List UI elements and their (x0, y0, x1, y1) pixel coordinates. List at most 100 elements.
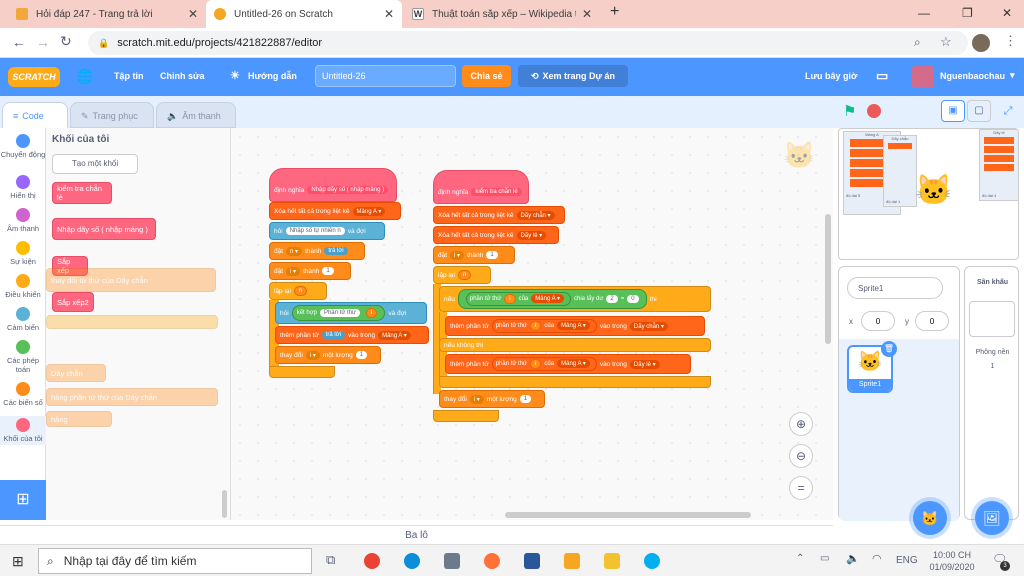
tab-costumes[interactable]: ✎ Trang phục (70, 102, 154, 128)
add-to-list-block[interactable]: thêm phần tử trả lời vào trong Mảng A ▾ (275, 326, 429, 344)
set-i-block[interactable]: đặt i ▾ thành 1 (433, 246, 515, 264)
define-block[interactable]: định nghĩa Nhập dãy số ( nhập mảng ) (269, 168, 397, 202)
menu-tutorials[interactable]: Hướng dẫn (248, 71, 297, 81)
chrome-icon[interactable] (364, 553, 380, 569)
firefox-icon[interactable] (484, 553, 500, 569)
url-field[interactable]: 🔒 scratch.mit.edu/projects/421822887/edi… (88, 31, 968, 55)
browser-tab-3[interactable]: W Thuật toán sắp xếp – Wikipedia t ✕ (404, 0, 600, 28)
category-variables[interactable]: Các biến số (0, 382, 46, 407)
user-avatar[interactable] (912, 66, 934, 88)
task-view-icon[interactable]: ⧉ (326, 552, 335, 568)
close-tab-icon[interactable]: ✕ (188, 7, 198, 21)
add-to-list-block[interactable]: thêm phần tử phần tử thứ i của Mảng A ▾ vào t… (445, 316, 705, 336)
sprite-name-input[interactable] (847, 277, 943, 299)
palette-scrollbar[interactable] (222, 490, 227, 518)
backpack-bar[interactable]: Ba lô (0, 525, 833, 544)
repeat-block[interactable]: lặp lại n (433, 266, 491, 284)
calculator-icon[interactable] (444, 553, 460, 569)
clock[interactable]: 10:00 CH 01/09/2020 (922, 549, 982, 573)
maximize-icon[interactable]: ❐ (962, 6, 973, 20)
change-i-block[interactable]: thay đổi i ▾ một lượng 1 (275, 346, 381, 364)
menu-edit[interactable]: Chỉnh sửa (160, 71, 205, 81)
save-now-link[interactable]: Lưu bây giờ (805, 71, 857, 81)
menu-file[interactable]: Tập tin (114, 71, 144, 81)
minimize-icon[interactable]: — (918, 6, 930, 20)
large-stage-icon[interactable]: ▢ (967, 100, 991, 122)
x-input[interactable] (861, 311, 895, 331)
close-tab-icon[interactable]: ✕ (582, 7, 592, 21)
delete-all-block[interactable]: Xóa hết tất cả trong liệt kê Mảng A ▾ (269, 202, 401, 220)
see-project-page-button[interactable]: ⟲ Xem trang Dự án (518, 65, 628, 87)
zoom-out-icon[interactable]: ⊖ (789, 444, 813, 468)
language-indicator[interactable]: ENG (896, 555, 918, 566)
reload-icon[interactable]: ↻ (60, 33, 72, 50)
palette-block-sort2[interactable]: Sắp xếp2 (52, 292, 94, 312)
taskbar-search-field[interactable]: ⌕ Nhập tại đây để tìm kiếm (38, 548, 312, 574)
delete-all-block[interactable]: Xóa hết tất cả trong liệt kê Dãy lẻ ▾ (433, 226, 559, 244)
close-tab-icon[interactable]: ✕ (384, 7, 394, 21)
repeat-block[interactable]: lặp lại n (269, 282, 327, 300)
cat-sprite-icon[interactable]: 🐱 (915, 173, 952, 208)
delete-all-block[interactable]: Xóa hết tất cả trong liệt kê Dãy chẵn ▾ (433, 206, 565, 224)
back-icon[interactable]: ← (12, 34, 26, 50)
forward-icon[interactable]: → (36, 34, 50, 50)
make-block-button[interactable]: Tạo một khối (52, 154, 138, 174)
stage-canvas[interactable]: Mảng A độ dài 5 Dãy chẵn độ dài 1 Dãy lẻ… (838, 128, 1019, 260)
volume-icon[interactable]: 🔈 (846, 552, 860, 565)
ask-block[interactable]: hỏi Nhập số tự nhiên n và đợi (269, 222, 385, 240)
category-operators[interactable]: Các phép toán (0, 340, 46, 374)
backdrop-thumbnail[interactable] (969, 301, 1015, 337)
scratch-logo[interactable]: SCRATCH (8, 67, 60, 87)
stop-icon[interactable] (867, 104, 881, 118)
browser-tab-2[interactable]: Untitled-26 on Scratch ✕ (206, 0, 402, 28)
scratch-app-icon[interactable] (564, 553, 580, 569)
bookmark-star-icon[interactable]: ☆ (940, 34, 952, 50)
tab-code[interactable]: ≡ Code (2, 102, 68, 128)
edge-icon[interactable] (404, 553, 420, 569)
zoom-in-icon[interactable]: ⊕ (789, 412, 813, 436)
add-extension-button[interactable]: ⊞ (0, 480, 46, 520)
vertical-scrollbar[interactable] (825, 214, 831, 344)
share-button[interactable]: Chia sẻ (462, 65, 511, 87)
windows-start-icon[interactable]: ⊞ (12, 553, 24, 570)
define-block[interactable]: định nghĩa kiểm tra chẵn lẻ (433, 170, 529, 204)
y-input[interactable] (915, 311, 949, 331)
palette-block-check-even-odd[interactable]: kiểm tra chẵn lẻ (52, 182, 112, 204)
network-icon[interactable]: ◠ (872, 552, 882, 565)
category-control[interactable]: Điều khiển (0, 274, 46, 299)
profile-avatar[interactable] (972, 34, 990, 52)
new-tab-icon[interactable]: + (610, 3, 619, 21)
fullscreen-icon[interactable]: ⤢ (997, 100, 1019, 122)
choose-backdrop-button[interactable]: 🖼 (975, 501, 1009, 535)
green-flag-icon[interactable]: ⚑ (843, 102, 856, 120)
menu-kebab-icon[interactable]: ⋮ (1004, 33, 1017, 49)
add-to-list-block[interactable]: thêm phần tử phần tử thứ i của Mảng A ▾ vào t… (445, 354, 691, 374)
change-i-block[interactable]: thay đổi i ▾ một lượng 1 (439, 390, 545, 408)
choose-sprite-button[interactable]: 🐱 (913, 501, 947, 535)
palette-block-input-array[interactable]: Nhập dãy số ( nhập mảng ) (52, 218, 156, 240)
folder-icon[interactable]: ▭ (876, 68, 888, 84)
username-label[interactable]: Nguenbaochau (940, 71, 1005, 81)
globe-language-icon[interactable]: 🌐 (76, 68, 93, 85)
category-looks[interactable]: Hiển thị (0, 175, 46, 200)
chevron-down-icon[interactable]: ▾ (1010, 70, 1015, 81)
category-sound[interactable]: Âm thanh (0, 208, 46, 233)
ask-join-block[interactable]: hỏi kết hợp Phần tử thứ i và đợi (275, 302, 427, 324)
skype-icon[interactable] (644, 553, 660, 569)
category-sensing[interactable]: Cảm biến (0, 307, 46, 332)
horizontal-scrollbar[interactable] (505, 512, 751, 518)
file-explorer-icon[interactable] (604, 553, 620, 569)
zoom-search-icon[interactable]: ⌕ (914, 35, 921, 50)
if-else-block[interactable]: nếu phần tử thứ i của Mảng A ▾ chia lấy dư 2 = 0… (439, 286, 711, 312)
word-icon[interactable] (524, 553, 540, 569)
small-stage-icon[interactable]: ▣ (941, 100, 965, 122)
category-motion[interactable]: Chuyển động (0, 134, 46, 159)
set-i-block[interactable]: đặt i ▾ thành 1 (269, 262, 351, 280)
show-hidden-icons-icon[interactable]: ⌃ (796, 553, 804, 564)
category-events[interactable]: Sự kiện (0, 241, 46, 266)
category-my-blocks[interactable]: Khối của tôi (0, 416, 46, 445)
delete-sprite-trash-icon[interactable]: 🗑 (881, 341, 897, 357)
set-n-block[interactable]: đặt n ▾ thành trả lời (269, 242, 365, 260)
zoom-reset-icon[interactable]: = (789, 476, 813, 500)
close-window-icon[interactable]: ✕ (1002, 6, 1012, 20)
